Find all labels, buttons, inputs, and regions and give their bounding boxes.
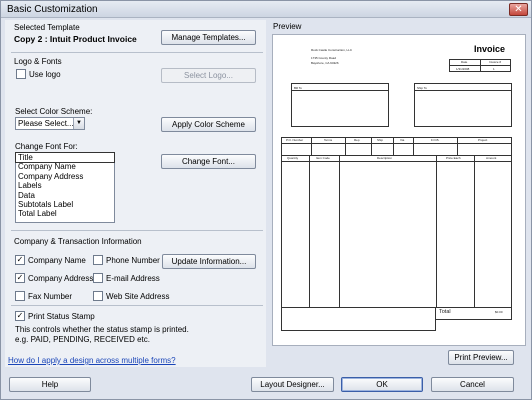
preview-item-header: Amount xyxy=(486,156,497,160)
company-info-label: Company & Transaction Information xyxy=(14,237,142,246)
invoice-preview: Rock Castle Construction, LLC 1735 Count… xyxy=(272,34,526,346)
help-button[interactable]: Help xyxy=(9,377,91,392)
preview-item-header-divider xyxy=(281,161,512,162)
fax-number-checkbox[interactable] xyxy=(15,291,25,301)
change-font-label: Change Font For: xyxy=(15,142,78,151)
preview-ship-to-rule xyxy=(414,90,512,91)
update-information-button[interactable]: Update Information... xyxy=(162,254,256,269)
font-list-item[interactable]: Data xyxy=(16,191,114,200)
phone-number-label: Phone Number xyxy=(106,256,160,265)
select-logo-button[interactable]: Select Logo... xyxy=(161,68,256,83)
preview-item-col-sep xyxy=(436,155,437,308)
print-status-stamp-label: Print Status Stamp xyxy=(28,312,95,321)
preview-date-box-separator xyxy=(480,59,481,72)
company-address-label: Company Address xyxy=(28,274,94,283)
print-preview-button[interactable]: Print Preview... xyxy=(448,350,514,365)
help-link[interactable]: How do I apply a design across multiple … xyxy=(8,356,176,365)
company-name-label: Company Name xyxy=(28,256,86,265)
preview-po-header: F.O.B. xyxy=(431,138,440,142)
cancel-button[interactable]: Cancel xyxy=(431,377,514,392)
preview-po-col-sep xyxy=(371,137,372,156)
preview-company-line-3: Bayshore, CA 94326 xyxy=(311,61,339,65)
font-list-item[interactable]: Company Address xyxy=(16,172,114,181)
preview-po-col-sep xyxy=(393,137,394,156)
preview-item-col-sep xyxy=(474,155,475,308)
apply-color-scheme-button[interactable]: Apply Color Scheme xyxy=(161,117,256,132)
preview-item-col-sep xyxy=(339,155,340,308)
close-icon[interactable]: ✕ xyxy=(509,3,528,16)
selected-template-label: Selected Template xyxy=(14,23,80,32)
preview-company-line-2: 1735 County Road xyxy=(311,56,337,60)
preview-po-header: P.O. Number xyxy=(286,138,304,142)
preview-date-value: 1/31/2008 xyxy=(456,67,470,71)
preview-po-header: Via xyxy=(400,138,405,142)
window-title: Basic Customization xyxy=(7,4,98,15)
divider xyxy=(11,52,263,53)
phone-number-checkbox[interactable] xyxy=(93,255,103,265)
preview-invoice-no-value: 1 xyxy=(493,67,495,71)
email-address-checkbox[interactable] xyxy=(93,273,103,283)
preview-po-row-divider xyxy=(281,143,512,144)
logo-fonts-label: Logo & Fonts xyxy=(14,57,62,66)
company-name-checkbox[interactable]: ✓ xyxy=(15,255,25,265)
font-list[interactable]: Title Company Name Company Address Label… xyxy=(15,151,115,223)
preview-item-col-sep xyxy=(309,155,310,308)
color-scheme-value: Please Select... xyxy=(18,119,74,128)
font-list-item[interactable]: Subtotals Label xyxy=(16,200,114,209)
company-address-checkbox[interactable]: ✓ xyxy=(15,273,25,283)
web-site-address-label: Web Site Address xyxy=(106,292,170,301)
preview-company-line-1: Rock Castle Construction, LLC xyxy=(311,48,353,52)
preview-item-header: Price Each xyxy=(446,156,461,160)
change-font-button[interactable]: Change Font... xyxy=(161,154,256,169)
web-site-address-checkbox[interactable] xyxy=(93,291,103,301)
preview-po-header: Rep xyxy=(354,138,360,142)
preview-po-header: Ship xyxy=(377,138,384,142)
preview-date-header: Date xyxy=(461,60,468,64)
title-bar: Basic Customization ✕ xyxy=(1,1,531,18)
preview-invoice-title: Invoice xyxy=(474,44,506,54)
preview-item-header: Quantity xyxy=(287,156,299,160)
use-logo-label: Use logo xyxy=(29,70,61,79)
preview-po-col-sep xyxy=(345,137,346,156)
status-note-line-2: e.g. PAID, PENDING, RECEIVED etc. xyxy=(15,335,150,344)
font-list-item[interactable]: Total Label xyxy=(16,209,114,218)
preview-label: Preview xyxy=(273,22,302,31)
ok-button[interactable]: OK xyxy=(341,377,423,392)
email-address-label: E-mail Address xyxy=(106,274,160,283)
preview-invoice-no-header: Invoice # xyxy=(489,60,502,64)
preview-status-box xyxy=(281,307,436,331)
preview-po-col-sep xyxy=(311,137,312,156)
divider xyxy=(11,305,263,306)
fax-number-label: Fax Number xyxy=(28,292,73,301)
template-name: Copy 2 : Intuit Product Invoice xyxy=(14,34,137,44)
color-scheme-dropdown[interactable]: Please Select... ▼ xyxy=(15,117,85,130)
preview-po-header: Project xyxy=(478,138,488,142)
left-panel: Selected Template Copy 2 : Intuit Produc… xyxy=(5,20,266,367)
preview-item-header: Item Code xyxy=(316,156,330,160)
preview-total-label: Total xyxy=(439,309,451,315)
font-list-item[interactable]: Company Name xyxy=(16,162,114,171)
manage-templates-button[interactable]: Manage Templates... xyxy=(161,30,256,45)
preview-po-col-sep xyxy=(413,137,414,156)
chevron-down-icon: ▼ xyxy=(73,118,84,129)
print-status-stamp-checkbox[interactable]: ✓ xyxy=(15,311,25,321)
use-logo-checkbox[interactable] xyxy=(16,69,26,79)
preview-bill-to-rule xyxy=(291,90,389,91)
font-list-item[interactable]: Labels xyxy=(16,181,114,190)
divider xyxy=(11,230,263,231)
preview-total-value: $0.00 xyxy=(495,310,503,314)
layout-designer-button[interactable]: Layout Designer... xyxy=(251,377,334,392)
color-scheme-label: Select Color Scheme: xyxy=(15,107,93,116)
basic-customization-window: Basic Customization ✕ Selected Template … xyxy=(0,0,532,400)
preview-item-header: Description xyxy=(377,156,393,160)
preview-po-col-sep xyxy=(457,137,458,156)
preview-item-table xyxy=(281,155,512,308)
status-note-line-1: This controls whether the status stamp i… xyxy=(15,325,189,334)
font-list-item[interactable]: Title xyxy=(15,151,115,164)
preview-po-header: Terms xyxy=(324,138,333,142)
